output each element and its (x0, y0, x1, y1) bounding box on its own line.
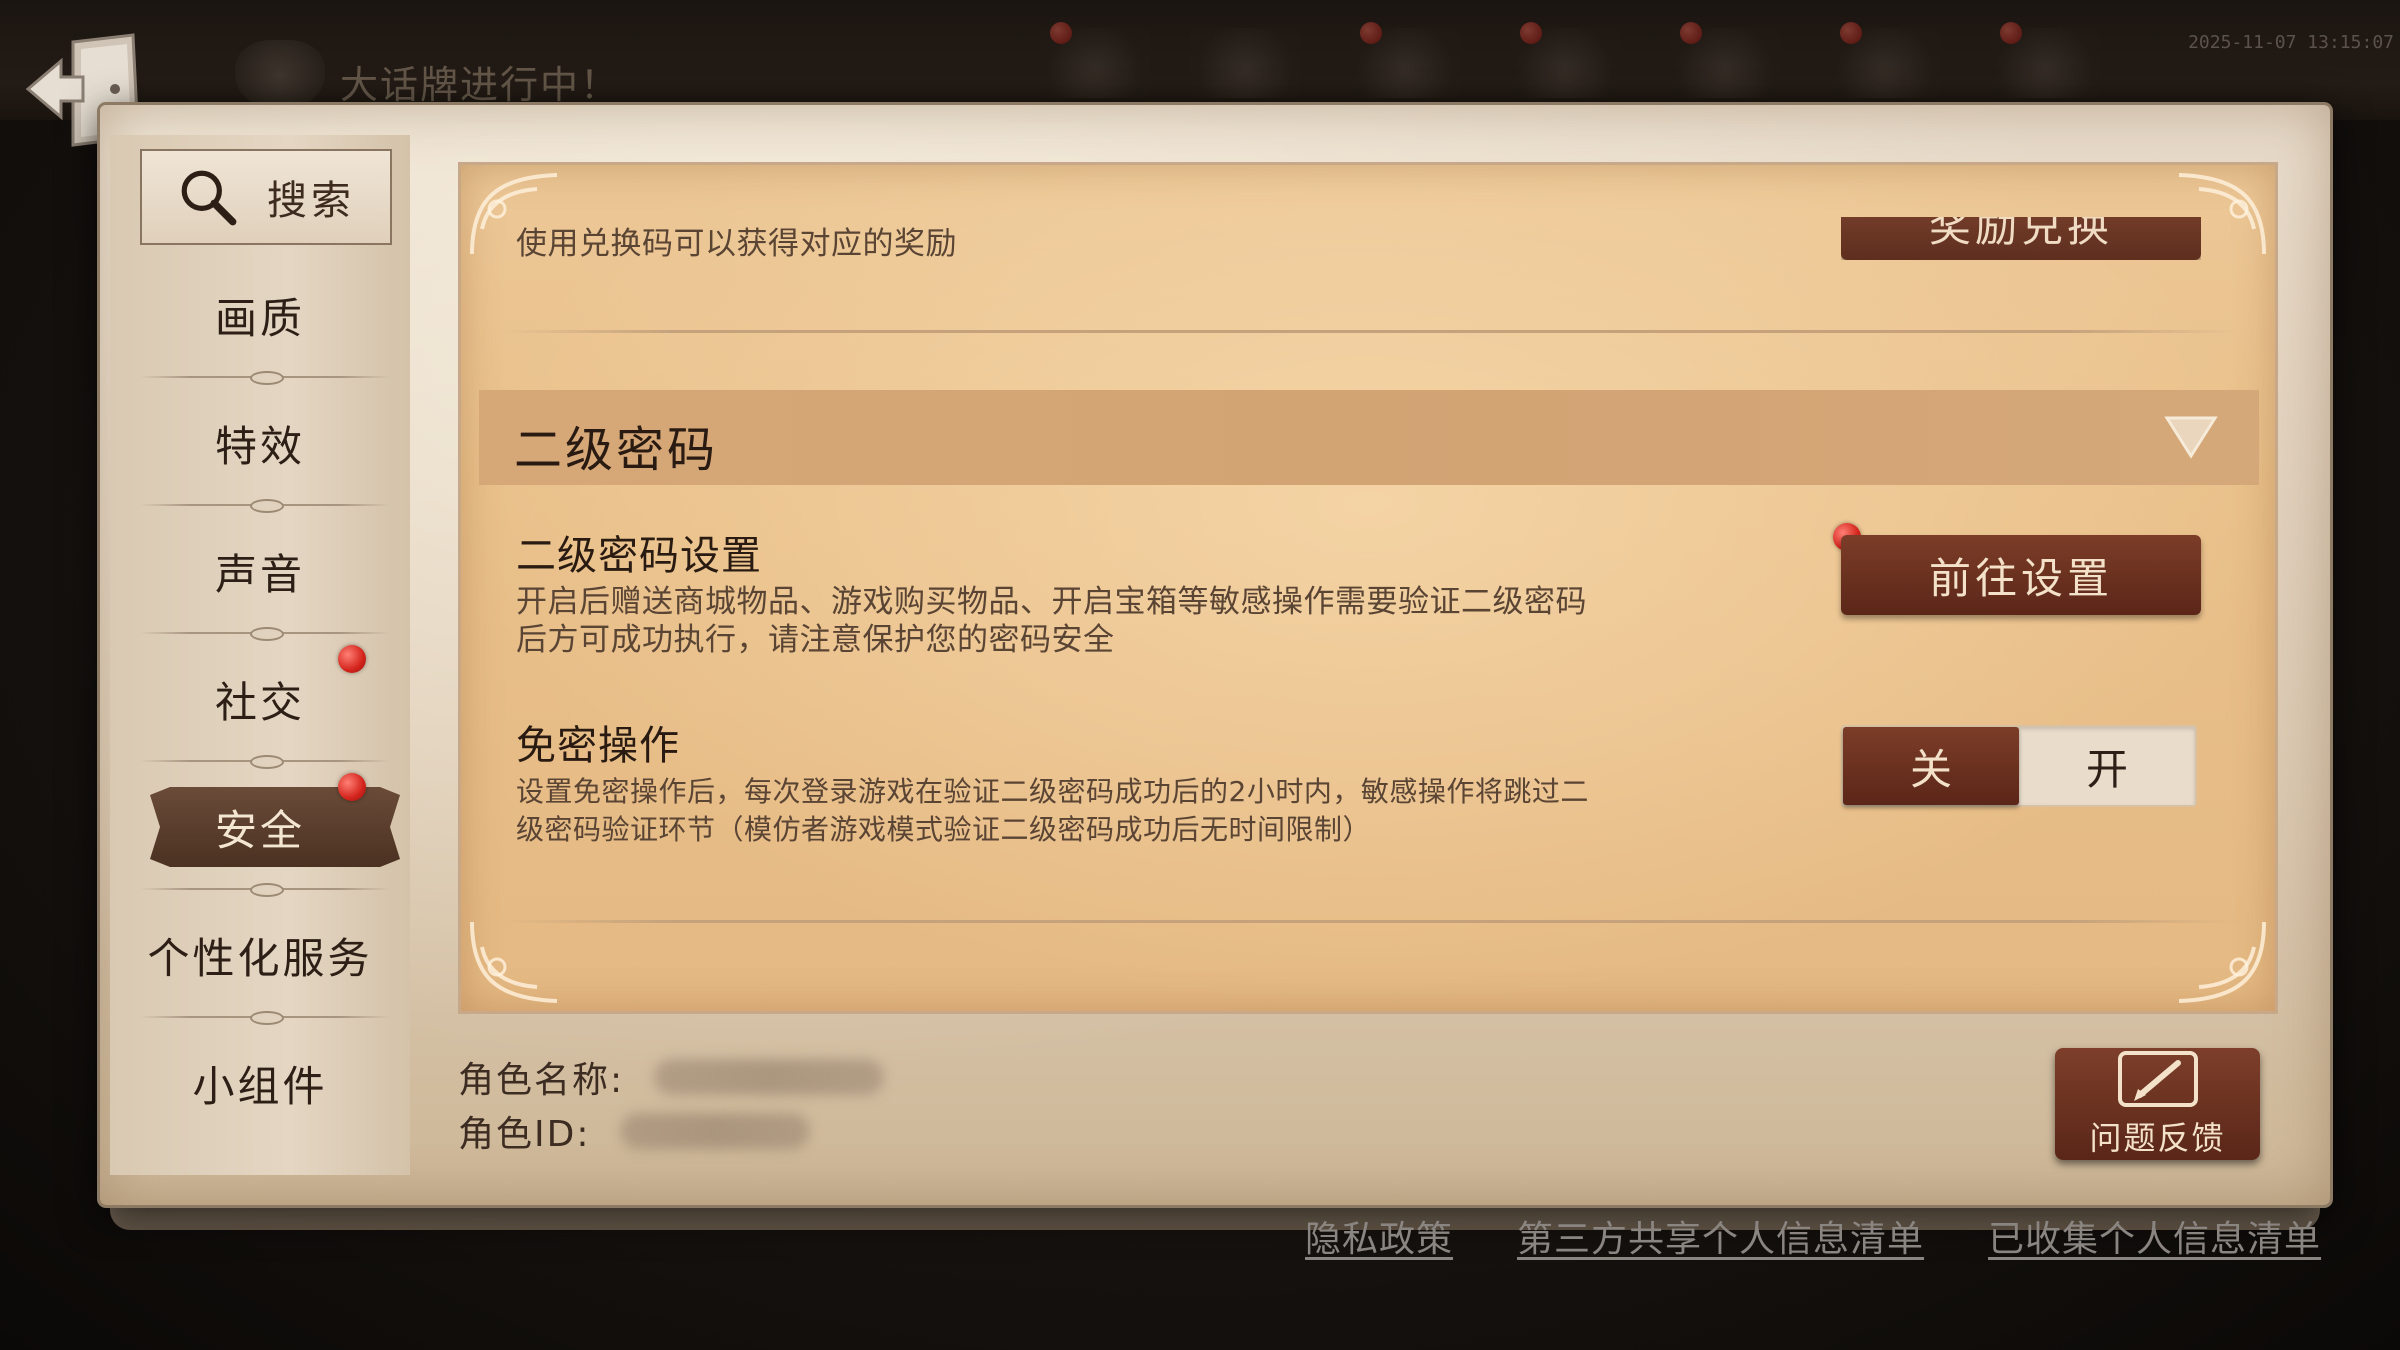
goto-settings-button[interactable]: 前往设置 (1841, 535, 2201, 615)
notification-dot (1680, 22, 1702, 44)
collected-info-link[interactable]: 已收集个人信息清单 (1988, 1210, 2321, 1262)
notification-dot (338, 645, 366, 673)
role-name-label: 角色名称: (458, 1060, 625, 1101)
sidebar-divider (140, 1010, 390, 1025)
notification-dot (1050, 22, 1072, 44)
notification-dot (1520, 22, 1542, 44)
chevron-down-icon (2164, 416, 2218, 459)
sidebar-item-label: 声音 (214, 549, 305, 599)
top-bar: 大话牌进行中！ 2025-11-07 13:15:07 (0, 0, 2400, 120)
pen-icon (2117, 1051, 2198, 1107)
redeem-description: 使用兑换码可以获得对应的奖励 (516, 226, 957, 262)
sidebar-item-label: 画质 (214, 293, 305, 343)
privacy-policy-link[interactable]: 隐私政策 (1305, 1210, 1453, 1262)
search-icon (181, 170, 237, 226)
sidebar-item-label: 社交 (214, 677, 305, 727)
shield-icon (235, 40, 325, 110)
photo-icon[interactable] (1350, 22, 1460, 98)
timestamp: 2025-11-07 13:15:07 (2188, 32, 2394, 53)
footer-links: 隐私政策 第三方共享个人信息清单 已收集个人信息清单 (1305, 1210, 2321, 1262)
toggle-off-option[interactable]: 关 (1843, 727, 2019, 805)
section-title: 二级密码 (514, 422, 719, 478)
sidebar-item-effects[interactable]: 特效 (120, 388, 400, 498)
corner-ornament (470, 921, 558, 1003)
sidebar-divider (140, 370, 390, 385)
sidebar-item-label: 小组件 (192, 1061, 328, 1111)
feedback-label: 问题反馈 (2089, 1119, 2226, 1157)
role-name-value-blurred (654, 1059, 885, 1095)
top-menu-icons (1040, 20, 2240, 100)
section-divider (501, 920, 2241, 923)
sidebar-item-graphics[interactable]: 画质 (120, 260, 400, 370)
free-operation-title: 免密操作 (516, 723, 680, 769)
search-button[interactable]: 搜索 (140, 149, 392, 245)
role-info: 角色名称: 角色ID: (458, 1050, 885, 1158)
password-setting-description: 开启后赠送商城物品、游戏购买物品、开启宝箱等敏感操作需要验证二级密码后方可成功执… (516, 584, 1587, 658)
sidebar-divider (140, 498, 390, 513)
role-id-value-blurred (620, 1113, 811, 1149)
notification-dot (338, 773, 366, 801)
redeem-reward-button[interactable]: 奖励兑换 (1841, 217, 2201, 260)
sidebar-item-sound[interactable]: 声音 (120, 516, 400, 626)
gift-icon[interactable] (1990, 22, 2100, 98)
section-header-secondary-password[interactable]: 二级密码 (479, 390, 2259, 485)
third-party-sharing-link[interactable]: 第三方共享个人信息清单 (1517, 1210, 1924, 1262)
sidebar-item-label: 安全 (214, 805, 305, 855)
banner-text: 大话牌进行中！ (340, 63, 621, 107)
sidebar-divider (140, 882, 390, 897)
notification-dot (1360, 22, 1382, 44)
section-divider (501, 330, 2241, 333)
role-id-label: 角色ID: (458, 1114, 591, 1155)
sidebar-divider (140, 754, 390, 769)
sidebar-item-widgets[interactable]: 小组件 (120, 1028, 400, 1138)
picture-icon[interactable] (1510, 22, 1620, 98)
notification-dot (2000, 22, 2022, 44)
globe-icon[interactable] (1670, 22, 1780, 98)
tent-icon[interactable] (1190, 28, 1300, 98)
settings-sidebar: 搜索 画质 特效 声音 社交 安全 个性化服务 小组件 (110, 135, 410, 1175)
sidebar-item-label: 个性化服务 (147, 933, 373, 983)
free-operation-description: 设置免密操作后，每次登录游戏在验证二级密码成功后的2小时内，敏感操作将跳过二级密… (516, 775, 1589, 846)
free-operation-toggle[interactable]: 关 开 (1841, 725, 2197, 807)
feedback-button[interactable]: 问题反馈 (2055, 1048, 2260, 1160)
toggle-on-option[interactable]: 开 (2019, 727, 2195, 805)
corner-ornament (2178, 921, 2266, 1003)
security-content-card: 使用兑换码可以获得对应的奖励 奖励兑换 二级密码 二级密码设置 开启后赠送商城物… (458, 162, 2278, 1014)
sidebar-item-personalization[interactable]: 个性化服务 (120, 900, 400, 1010)
notification-dot (1840, 22, 1862, 44)
sidebar-divider (140, 626, 390, 641)
mail-icon[interactable] (1830, 22, 1940, 98)
password-setting-title: 二级密码设置 (516, 533, 762, 579)
map-icon[interactable] (1040, 22, 1150, 98)
sidebar-item-label: 特效 (214, 421, 305, 471)
search-label: 搜索 (267, 178, 355, 224)
